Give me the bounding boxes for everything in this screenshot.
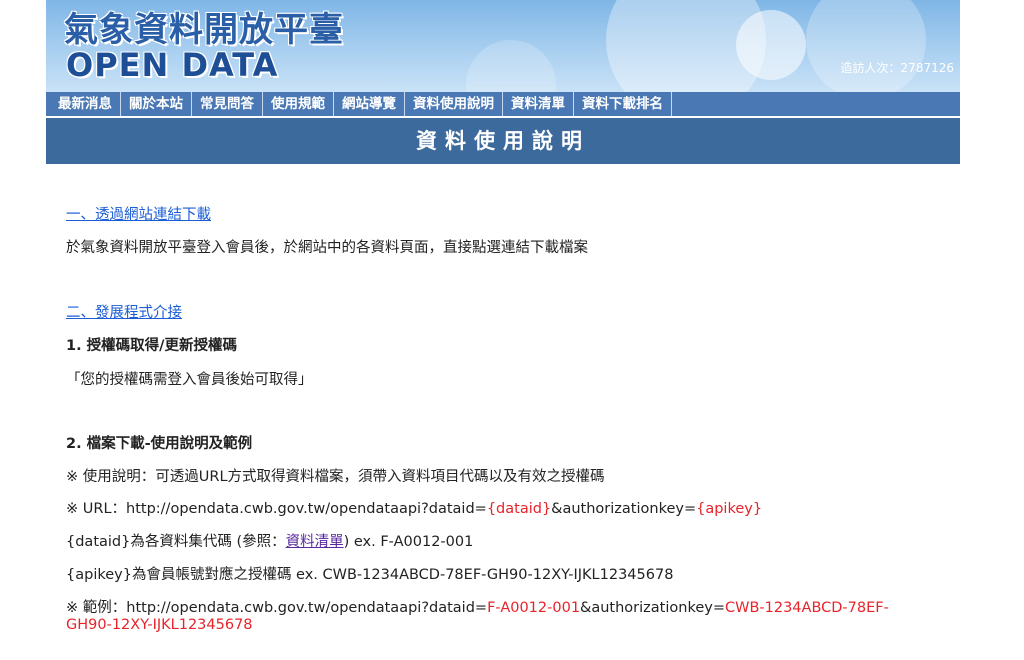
dataid-desc-prefix: {dataid}為各資料集代碼 (參照：	[66, 534, 286, 550]
item2-heading: 2. 檔案下載-使用說明及範例	[66, 436, 253, 452]
url-line: ※ URL：http://opendata.cwb.gov.tw/opendat…	[66, 497, 762, 518]
example-line: ※ 範例：http://opendata.cwb.gov.tw/opendata…	[66, 596, 889, 617]
example-key-part2: GH90-12XY-IJKL12345678	[66, 617, 253, 633]
site-title-chinese[interactable]: 氣象資料開放平臺	[64, 2, 344, 51]
section2-link[interactable]: 二、發展程式介接	[66, 305, 182, 321]
example-mid: &authorizationkey=	[580, 600, 725, 616]
item1-heading: 1. 授權碼取得/更新授權碼	[66, 338, 237, 354]
dataid-description: {dataid}為各資料集代碼 (參照：資料清單) ex. F-A0012-00…	[66, 530, 473, 551]
example-dataid: F-A0012-001	[487, 600, 581, 616]
item1-text: 「您的授權碼需登入會員後始可取得」	[66, 372, 313, 388]
visitor-counter: 造訪人次：2787126	[840, 61, 954, 75]
usage-text: ※ 使用說明：可透過URL方式取得資料檔案，須帶入資料項目代碼以及有效之授權碼	[66, 469, 605, 485]
site-banner: 氣象資料開放平臺 OPEN DATA 造訪人次：2787126	[46, 0, 960, 92]
nav-item-terms[interactable]: 使用規範	[263, 92, 334, 116]
nav-item-about[interactable]: 關於本站	[121, 92, 192, 116]
banner-decoration	[466, 40, 556, 92]
section1-text: 於氣象資料開放平臺登入會員後，於網站中的各資料頁面，直接點選連結下載檔案	[66, 240, 588, 256]
nav-item-sitemap[interactable]: 網站導覽	[334, 92, 405, 116]
main-nav: 最新消息 關於本站 常見問答 使用規範 網站導覽 資料使用說明 資料清單 資料下…	[46, 92, 960, 116]
url-mid: &authorizationkey=	[551, 501, 697, 517]
nav-item-download-ranking[interactable]: 資料下載排名	[574, 92, 672, 116]
url-dataid: {dataid}	[486, 501, 552, 517]
example-prefix: ※ 範例：http://opendata.cwb.gov.tw/opendata…	[66, 600, 488, 616]
nav-item-news[interactable]: 最新消息	[46, 92, 121, 116]
page: 氣象資料開放平臺 OPEN DATA 造訪人次：2787126 最新消息 關於本…	[0, 0, 1024, 660]
url-prefix: ※ URL：http://opendata.cwb.gov.tw/opendat…	[66, 501, 487, 517]
nav-item-data-usage[interactable]: 資料使用說明	[405, 92, 503, 116]
banner-decoration	[806, 0, 926, 92]
section1-link[interactable]: 一、透過網站連結下載	[66, 207, 211, 223]
apikey-description: {apikey}為會員帳號對應之授權碼 ex. CWB-1234ABCD-78E…	[66, 567, 674, 583]
url-apikey: {apikey}	[696, 501, 763, 517]
banner-decoration	[736, 10, 806, 80]
dataid-desc-suffix: ) ex. F-A0012-001	[343, 534, 474, 550]
example-key-part1: CWB-1234ABCD-78EF-	[724, 600, 889, 616]
nav-item-faq[interactable]: 常見問答	[192, 92, 263, 116]
site-title-english[interactable]: OPEN DATA	[66, 46, 278, 84]
nav-item-data-list[interactable]: 資料清單	[503, 92, 574, 116]
data-list-link[interactable]: 資料清單	[286, 534, 344, 550]
page-title: 資料使用說明	[46, 118, 960, 164]
